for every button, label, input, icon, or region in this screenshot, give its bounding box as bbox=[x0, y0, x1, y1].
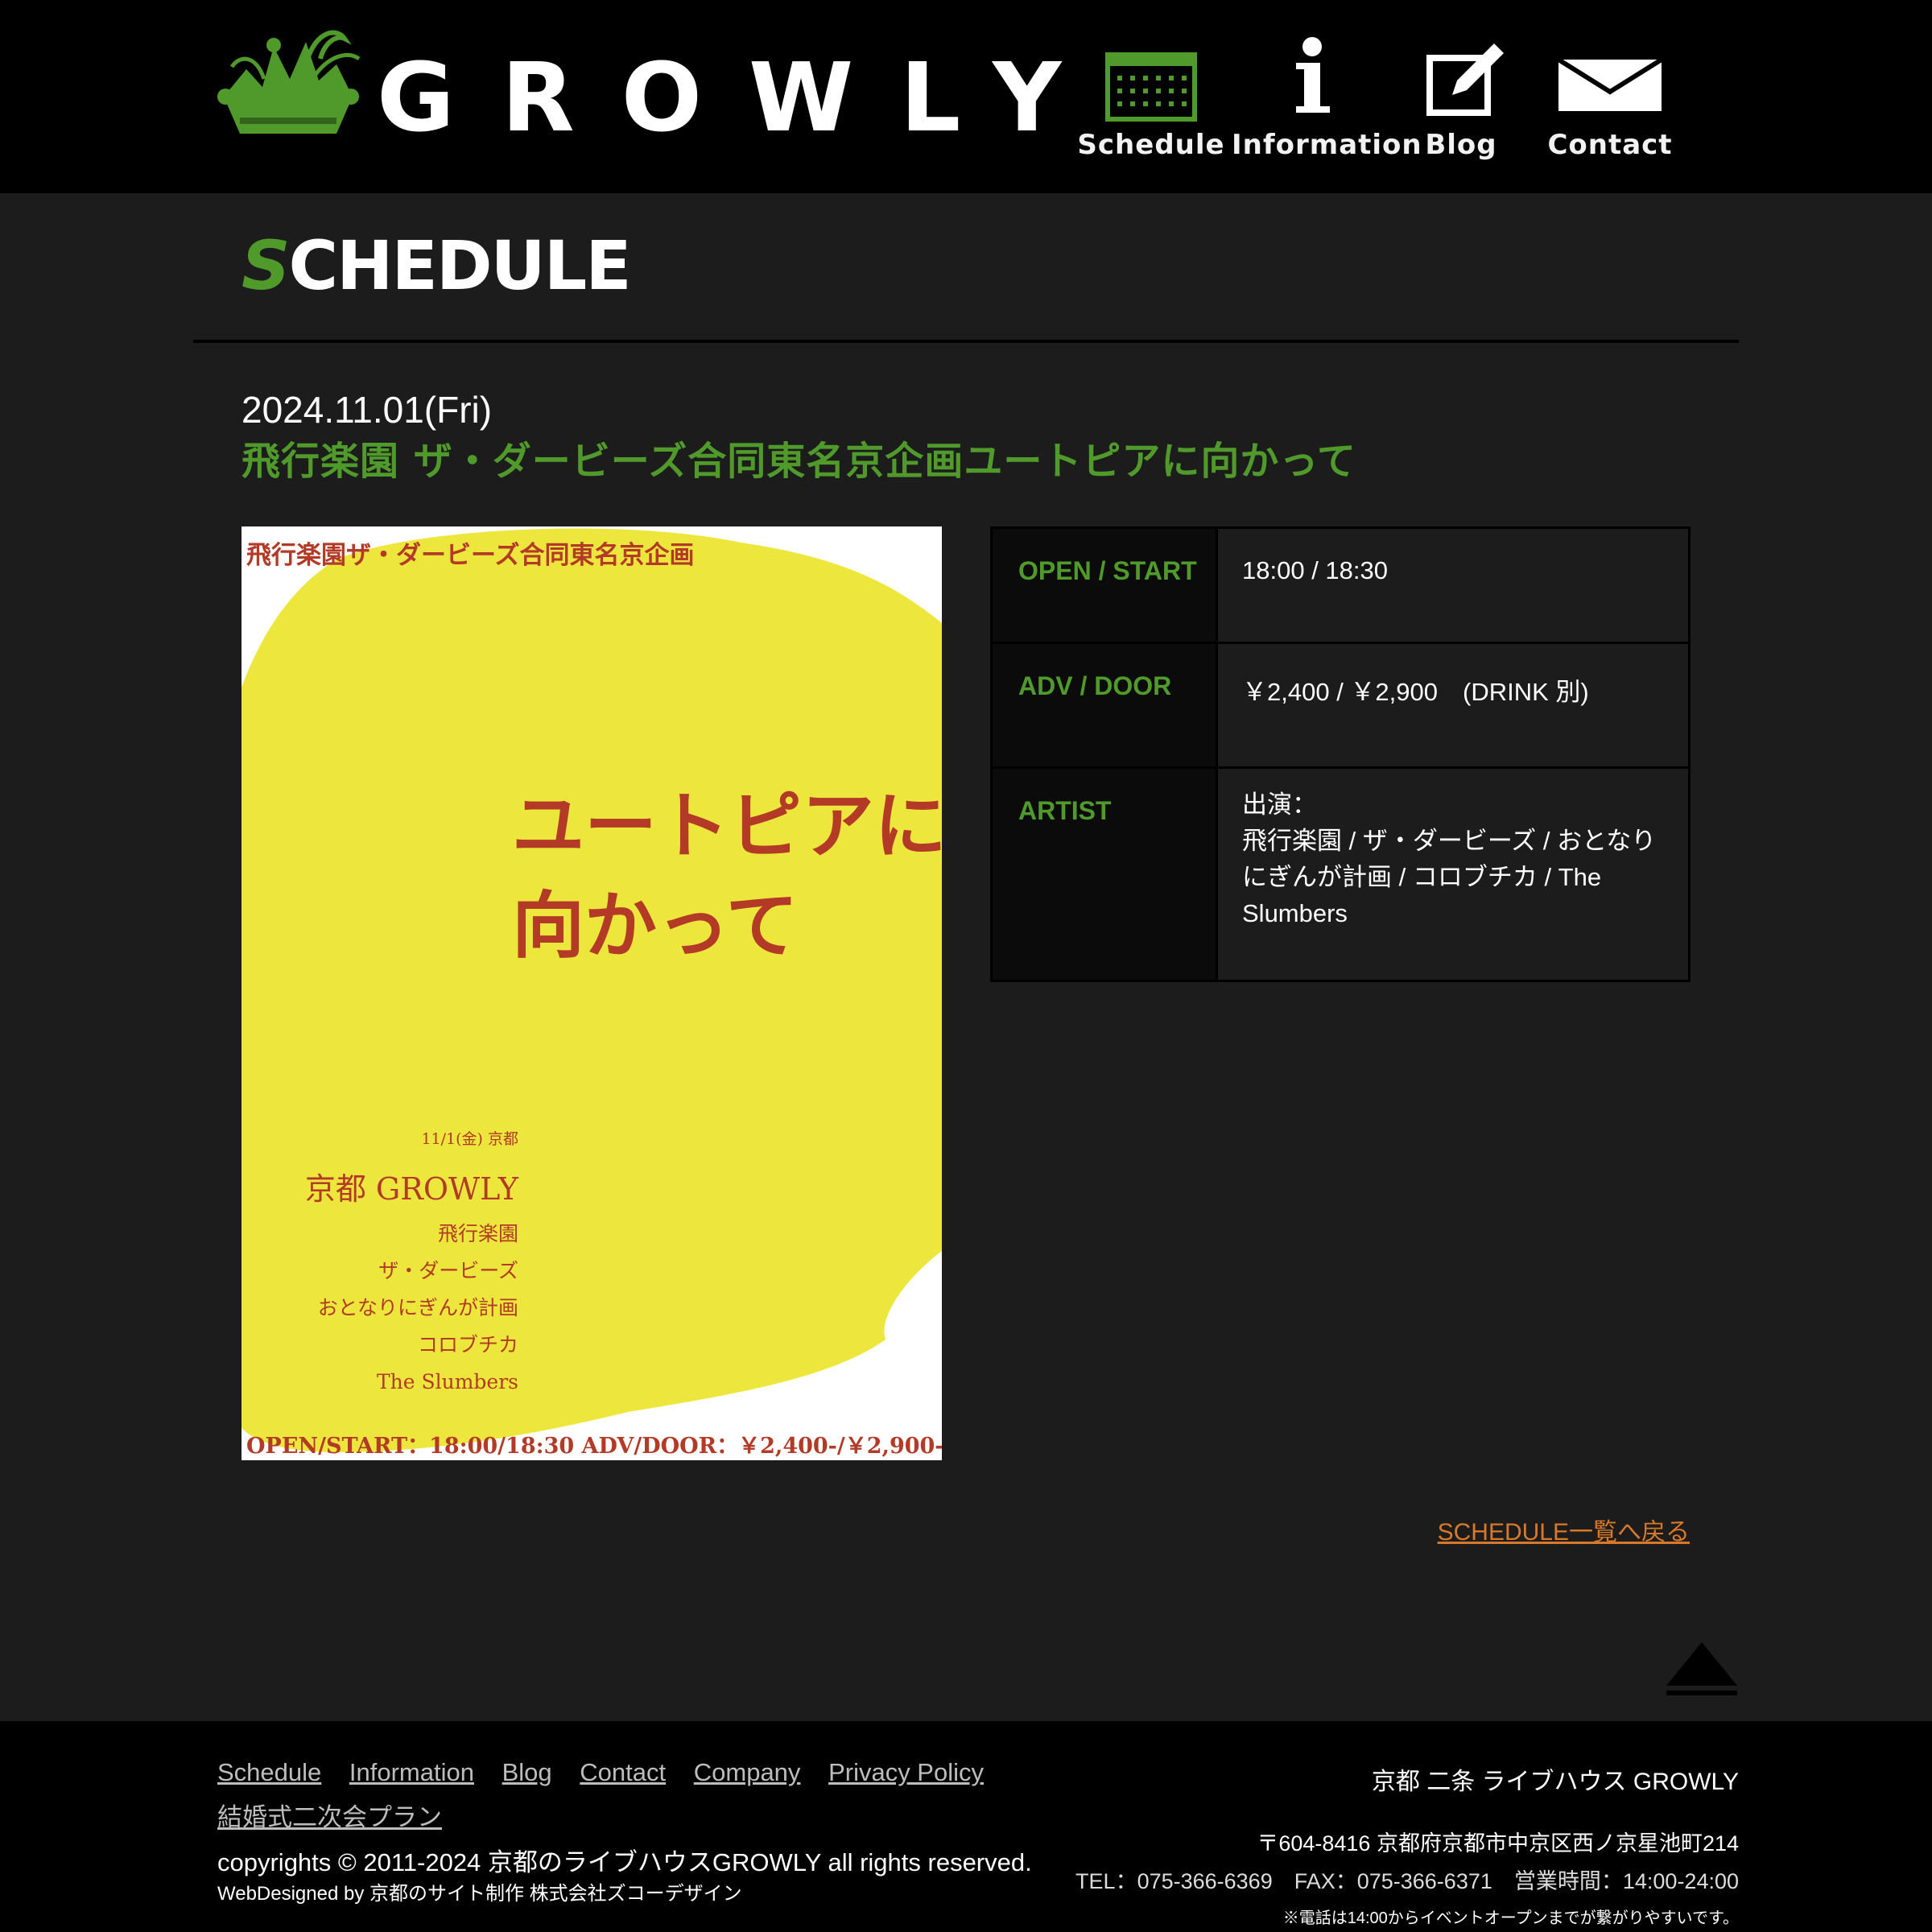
open-start-label: OPEN / START bbox=[990, 526, 1218, 644]
flyer-act: おとなりにぎんが計画 bbox=[317, 1296, 518, 1319]
crown-icon bbox=[217, 30, 361, 134]
nav-information[interactable]: Information bbox=[1232, 31, 1422, 167]
footer-link-contact[interactable]: Contact bbox=[580, 1758, 666, 1786]
nav-schedule-label: Schedule bbox=[1077, 129, 1225, 161]
flyer-headline: ユートピアに 向かって bbox=[512, 776, 942, 976]
info-icon bbox=[1296, 37, 1330, 113]
info-row-open-start: OPEN / START 18:00 / 18:30 bbox=[990, 526, 1690, 644]
event-date: 2024.11.01(Fri) bbox=[242, 389, 493, 431]
footer-phone: TEL：075-366-6369 FAX：075-366-6371 営業時間：1… bbox=[1075, 1869, 1739, 1893]
nav-contact-label: Contact bbox=[1547, 129, 1673, 161]
edit-icon bbox=[1426, 43, 1504, 116]
footer-nav: Schedule Information Blog Contact Compan… bbox=[217, 1750, 1022, 1840]
title-divider bbox=[193, 340, 1739, 343]
footer-link-information[interactable]: Information bbox=[349, 1758, 474, 1786]
calendar-icon bbox=[1105, 52, 1197, 122]
flyer-act: The Slumbers bbox=[376, 1370, 518, 1393]
footer-link-schedule[interactable]: Schedule bbox=[217, 1758, 321, 1786]
nav-contact[interactable]: Contact bbox=[1547, 31, 1672, 167]
nav-information-label: Information bbox=[1232, 129, 1422, 161]
adv-door-value: ￥2,400 / ￥2,900 (DRINK 別) bbox=[1216, 642, 1690, 769]
event-flyer-image: 飛行楽園ザ・ダービーズ合同東名京企画 ユートピアに 向かって 11/1(金) 京… bbox=[242, 526, 942, 1460]
footer-link-wedding-plan[interactable]: 結婚式二次会プラン bbox=[217, 1803, 442, 1831]
copyright-text: copyrights © 2011-2024 京都のライブハウスGROWLY a… bbox=[217, 1848, 1032, 1876]
footer-link-blog[interactable]: Blog bbox=[502, 1758, 552, 1786]
site-header: GROWLY Schedule Information Blog Contact bbox=[0, 0, 1932, 193]
info-row-artist: ARTIST 出演： 飛行楽園 / ザ・ダービーズ / おとなりにぎんが計画 /… bbox=[990, 766, 1690, 982]
footer-venue-info: 京都 二条 ライブハウス GROWLY 〒604-8416 京都府京都市中京区西… bbox=[1075, 1761, 1739, 1928]
flyer-act: 飛行楽園 bbox=[437, 1222, 518, 1245]
event-title: 飛行楽園 ザ・ダービーズ合同東名京企画ユートピアに向かって bbox=[242, 439, 1356, 484]
nav-blog-label: Blog bbox=[1425, 129, 1497, 161]
flyer-act: コロブチカ bbox=[417, 1333, 518, 1356]
back-to-schedule-link[interactable]: SCHEDULE一覧へ戻る bbox=[1438, 1512, 1690, 1547]
envelope-icon bbox=[1557, 57, 1663, 111]
footer-address: 〒604-8416 京都府京都市中京区西ノ京星池町214 bbox=[1257, 1831, 1739, 1856]
flyer-bottom-text: OPEN/START：18:00/18:30 ADV/DOOR：￥2,400-/… bbox=[246, 1434, 942, 1459]
open-start-value: 18:00 / 18:30 bbox=[1216, 526, 1690, 644]
artist-cell: 出演： 飛行楽園 / ザ・ダービーズ / おとなりにぎんが計画 / コロブチカ … bbox=[1216, 766, 1690, 982]
footer-phone-note: ※電話は14:00からイベントオープンまでが繋がりやすいです。 bbox=[1282, 1909, 1739, 1927]
main-nav: Schedule Information Blog Contact bbox=[1077, 31, 1682, 167]
artist-prefix: 出演： bbox=[1242, 791, 1317, 819]
designer-credit: WebDesigned by 京都のサイト制作 株式会社ズコーデザイン bbox=[217, 1883, 742, 1905]
page-title-rest: CHEDULE bbox=[288, 226, 632, 305]
nav-schedule[interactable]: Schedule bbox=[1077, 31, 1224, 167]
footer-venue-name: 京都 二条 ライブハウス GROWLY bbox=[1371, 1769, 1739, 1795]
footer-link-privacy-policy[interactable]: Privacy Policy bbox=[828, 1758, 984, 1786]
flyer-act: ザ・ダービーズ bbox=[378, 1259, 518, 1282]
page-title-initial: S bbox=[242, 226, 290, 305]
flyer-headline-line-1: ユートピアに bbox=[512, 783, 942, 869]
growly-logo[interactable]: GROWLY bbox=[216, 23, 1061, 153]
page-title: SCHEDULE bbox=[242, 232, 632, 299]
artist-value: 飛行楽園 / ザ・ダービーズ / おとなりにぎんが計画 / コロブチカ / Th… bbox=[1242, 827, 1657, 927]
site-footer: Schedule Information Blog Contact Compan… bbox=[0, 1721, 1932, 1932]
logo-wordmark: GROWLY bbox=[377, 42, 1108, 153]
artist-label: ARTIST bbox=[990, 766, 1218, 982]
flyer-headline-line-2: 向かって bbox=[512, 883, 799, 968]
flyer-top-text: 飛行楽園ザ・ダービーズ合同東名京企画 bbox=[246, 541, 695, 570]
flyer-venue: 京都 GROWLY bbox=[304, 1171, 518, 1207]
info-row-adv-door: ADV / DOOR ￥2,400 / ￥2,900 (DRINK 別) bbox=[990, 642, 1690, 769]
adv-door-label: ADV / DOOR bbox=[990, 642, 1218, 769]
nav-blog[interactable]: Blog bbox=[1417, 31, 1505, 167]
event-info-table: OPEN / START 18:00 / 18:30 ADV / DOOR ￥2… bbox=[990, 526, 1690, 982]
flyer-date-text: 11/1(金) 京都 bbox=[421, 1130, 518, 1148]
flyer-acts-list: 飛行楽園 ザ・ダービーズ おとなりにぎんが計画 コロブチカ The Slumbe… bbox=[318, 1216, 518, 1401]
page-top-arrow-icon[interactable] bbox=[1665, 1639, 1739, 1697]
footer-link-company[interactable]: Company bbox=[694, 1758, 801, 1786]
